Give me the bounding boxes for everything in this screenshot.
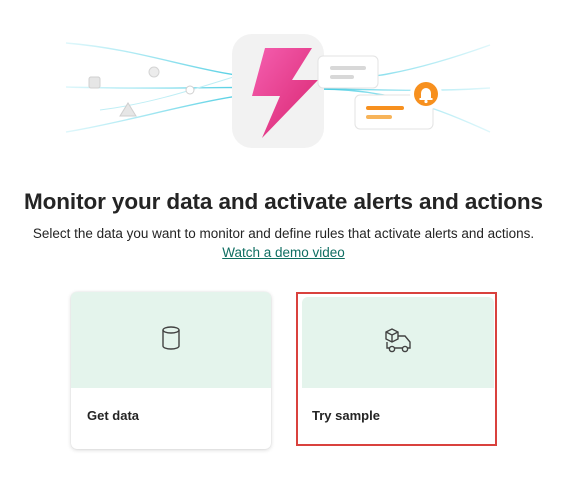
- delivery-truck-icon: [383, 326, 413, 359]
- watch-demo-link[interactable]: Watch a demo video: [222, 245, 345, 260]
- database-icon: [160, 325, 182, 356]
- get-data-label: Get data: [87, 408, 140, 423]
- page-title: Monitor your data and activate alerts an…: [24, 189, 543, 214]
- hero-illustration: [65, 34, 491, 148]
- try-sample-card[interactable]: Try sample: [302, 297, 494, 445]
- try-sample-label: Try sample: [312, 408, 380, 423]
- page-subtitle: Select the data you want to monitor and …: [32, 226, 535, 241]
- get-data-card[interactable]: Get data: [71, 292, 271, 449]
